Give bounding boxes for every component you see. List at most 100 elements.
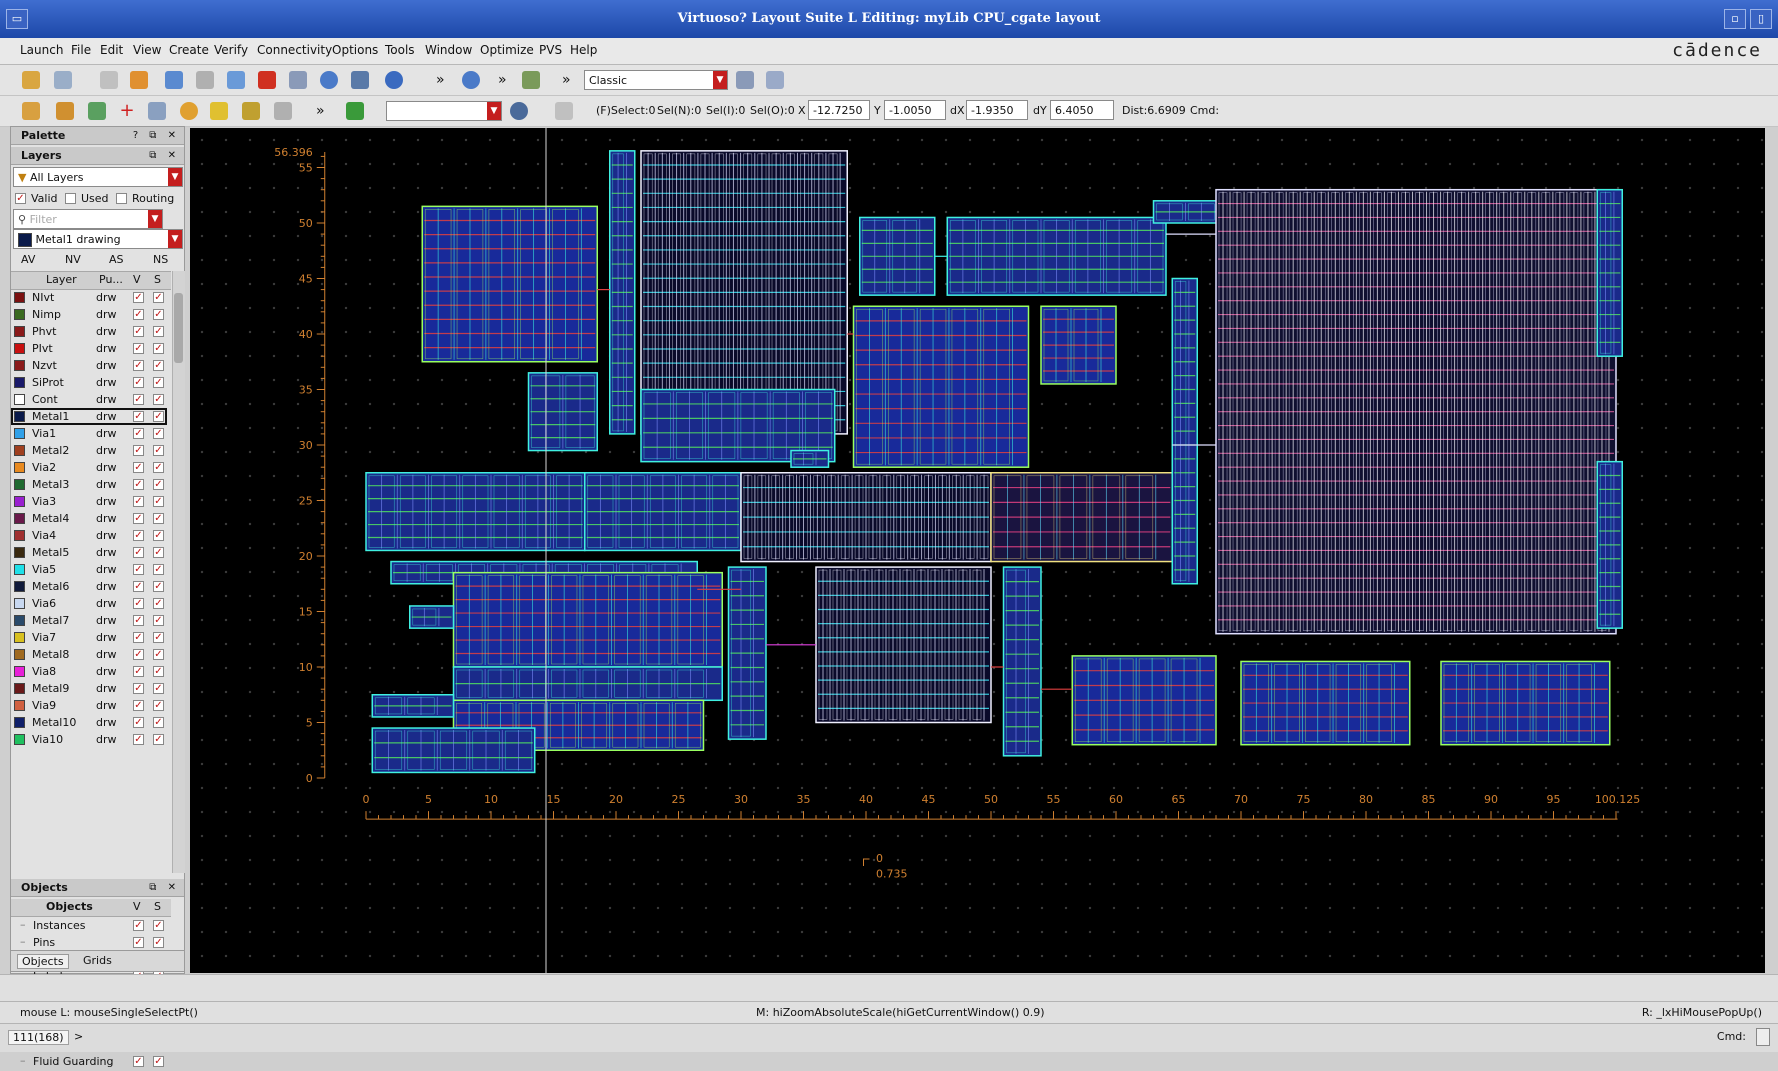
layer-row[interactable]: Via3 drw ✓ ✓ xyxy=(11,493,167,510)
menu-help[interactable]: Help xyxy=(570,43,597,57)
layer-visible-checkbox[interactable]: ✓ xyxy=(133,326,144,337)
tab-grids[interactable]: Grids xyxy=(79,954,116,967)
layer-selectable-checkbox[interactable]: ✓ xyxy=(153,734,164,745)
stretch-icon[interactable] xyxy=(227,71,245,89)
warning-icon[interactable] xyxy=(210,102,228,120)
layer-row[interactable]: Via9 drw ✓ ✓ xyxy=(11,697,167,714)
checklist-icon[interactable] xyxy=(346,102,364,120)
layer-combo[interactable]: ▼ xyxy=(386,101,502,121)
menu-connectivity[interactable]: Connectivity xyxy=(257,43,332,57)
layout-canvas[interactable]: 56.396 55 50 45 40 35 30 25 20 15 10 5 0 0 5 10 15 20 25 30… xyxy=(190,128,1765,973)
layer-row[interactable]: Nzvt drw ✓ ✓ xyxy=(11,357,167,374)
menu-view[interactable]: View xyxy=(133,43,161,57)
layer-selectable-checkbox[interactable]: ✓ xyxy=(153,411,164,422)
layer-visible-checkbox[interactable]: ✓ xyxy=(133,632,144,643)
object-selectable-checkbox[interactable]: ✓ xyxy=(153,920,164,931)
menu-pvs[interactable]: PVS xyxy=(539,43,562,57)
mode-select[interactable]: Classic ▼ xyxy=(584,70,728,90)
layer-selectable-checkbox[interactable]: ✓ xyxy=(153,615,164,626)
layer-selectable-checkbox[interactable]: ✓ xyxy=(153,700,164,711)
crosshair-icon[interactable]: + xyxy=(118,102,136,120)
y-coordinate-field[interactable]: -1.0050 xyxy=(884,100,946,120)
menu-file[interactable]: File xyxy=(71,43,91,57)
visible-column-header[interactable]: V xyxy=(133,273,141,286)
menu-tools[interactable]: Tools xyxy=(385,43,415,57)
layer-row[interactable]: Via8 drw ✓ ✓ xyxy=(11,663,167,680)
layer-row[interactable]: NIvt drw ✓ ✓ xyxy=(11,289,167,306)
save-icon[interactable] xyxy=(54,71,72,89)
tab-objects[interactable]: Objects xyxy=(17,954,69,969)
menu-edit[interactable]: Edit xyxy=(100,43,123,57)
layer-row[interactable]: Via5 drw ✓ ✓ xyxy=(11,561,167,578)
layer-row[interactable]: Metal10 drw ✓ ✓ xyxy=(11,714,167,731)
layer-visible-checkbox[interactable]: ✓ xyxy=(133,547,144,558)
layer-visible-checkbox[interactable]: ✓ xyxy=(133,649,144,660)
select-tool-icon[interactable] xyxy=(22,102,40,120)
gear-icon[interactable] xyxy=(510,102,528,120)
layer-column-header[interactable]: Layer xyxy=(46,273,77,286)
resize-grip-icon[interactable] xyxy=(1756,1028,1770,1046)
objects-selectable-header[interactable]: S xyxy=(154,900,161,913)
object-selectable-checkbox[interactable]: ✓ xyxy=(153,1056,164,1067)
all-visible-button[interactable]: AV xyxy=(21,253,35,266)
layer-selectable-checkbox[interactable]: ✓ xyxy=(153,377,164,388)
object-visible-checkbox[interactable]: ✓ xyxy=(133,1056,144,1067)
options-icon[interactable] xyxy=(555,102,573,120)
layer-visible-checkbox[interactable]: ✓ xyxy=(133,479,144,490)
layer-row[interactable]: Metal2 drw ✓ ✓ xyxy=(11,442,167,459)
object-visible-checkbox[interactable]: ✓ xyxy=(133,937,144,948)
none-selectable-button[interactable]: NS xyxy=(153,253,168,266)
layer-row[interactable]: Via4 drw ✓ ✓ xyxy=(11,527,167,544)
menu-window[interactable]: Window xyxy=(425,43,472,57)
layer-visible-checkbox[interactable]: ✓ xyxy=(133,445,144,456)
open-icon[interactable] xyxy=(22,71,40,89)
layer-selectable-checkbox[interactable]: ✓ xyxy=(153,717,164,728)
object-row[interactable]: – Fluid Guarding ✓ ✓ xyxy=(11,1053,167,1070)
chevron-right-icon[interactable]: » xyxy=(562,71,580,89)
panel-controls-icon[interactable]: ⧉ ✕ xyxy=(149,879,180,897)
redraw-icon[interactable] xyxy=(385,71,403,89)
layer-selectable-checkbox[interactable]: ✓ xyxy=(153,292,164,303)
layer-visible-checkbox[interactable]: ✓ xyxy=(133,309,144,320)
align-icon[interactable] xyxy=(351,71,369,89)
layer-visible-checkbox[interactable]: ✓ xyxy=(133,513,144,524)
properties-icon[interactable] xyxy=(320,71,338,89)
menu-verify[interactable]: Verify xyxy=(214,43,248,57)
layer-row[interactable]: Via10 drw ✓ ✓ xyxy=(11,731,167,748)
layer-visible-checkbox[interactable]: ✓ xyxy=(133,411,144,422)
layer-row[interactable]: Via1 drw ✓ ✓ xyxy=(11,425,167,442)
x-coordinate-field[interactable]: -12.7250 xyxy=(808,100,870,120)
layer-visible-checkbox[interactable]: ✓ xyxy=(133,581,144,592)
redo-icon[interactable] xyxy=(130,71,148,89)
objects-visible-header[interactable]: V xyxy=(133,900,141,913)
layer-visible-checkbox[interactable]: ✓ xyxy=(133,394,144,405)
layer-visible-checkbox[interactable]: ✓ xyxy=(133,598,144,609)
layer-row[interactable]: Metal4 drw ✓ ✓ xyxy=(11,510,167,527)
used-checkbox[interactable]: ✓ xyxy=(65,193,76,204)
close-button[interactable]: ▯ xyxy=(1750,9,1772,29)
object-selectable-checkbox[interactable]: ✓ xyxy=(153,937,164,948)
valid-checkbox[interactable]: ✓ xyxy=(15,193,26,204)
undo-icon[interactable] xyxy=(100,71,118,89)
object-visible-checkbox[interactable]: ✓ xyxy=(133,920,144,931)
layer-row[interactable]: Nimp drw ✓ ✓ xyxy=(11,306,167,323)
purpose-column-header[interactable]: Pu... xyxy=(99,273,123,286)
none-visible-button[interactable]: NV xyxy=(65,253,81,266)
layer-row[interactable]: Metal6 drw ✓ ✓ xyxy=(11,578,167,595)
menu-options[interactable]: Options xyxy=(332,43,378,57)
copy-icon[interactable] xyxy=(196,71,214,89)
layer-selectable-checkbox[interactable]: ✓ xyxy=(153,394,164,405)
layer-row[interactable]: SiProt drw ✓ ✓ xyxy=(11,374,167,391)
layer-row[interactable]: PIvt drw ✓ ✓ xyxy=(11,340,167,357)
layer-visible-checkbox[interactable]: ✓ xyxy=(133,377,144,388)
layer-selectable-checkbox[interactable]: ✓ xyxy=(153,479,164,490)
chevron-right-icon[interactable]: » xyxy=(316,102,334,120)
layer-visible-checkbox[interactable]: ✓ xyxy=(133,564,144,575)
selectable-column-header[interactable]: S xyxy=(154,273,161,286)
layer-visible-checkbox[interactable]: ✓ xyxy=(133,666,144,677)
layer-selectable-checkbox[interactable]: ✓ xyxy=(153,530,164,541)
layer-visible-checkbox[interactable]: ✓ xyxy=(133,734,144,745)
layer-selectable-checkbox[interactable]: ✓ xyxy=(153,309,164,320)
layer-row[interactable]: Metal7 drw ✓ ✓ xyxy=(11,612,167,629)
layer-selectable-checkbox[interactable]: ✓ xyxy=(153,632,164,643)
